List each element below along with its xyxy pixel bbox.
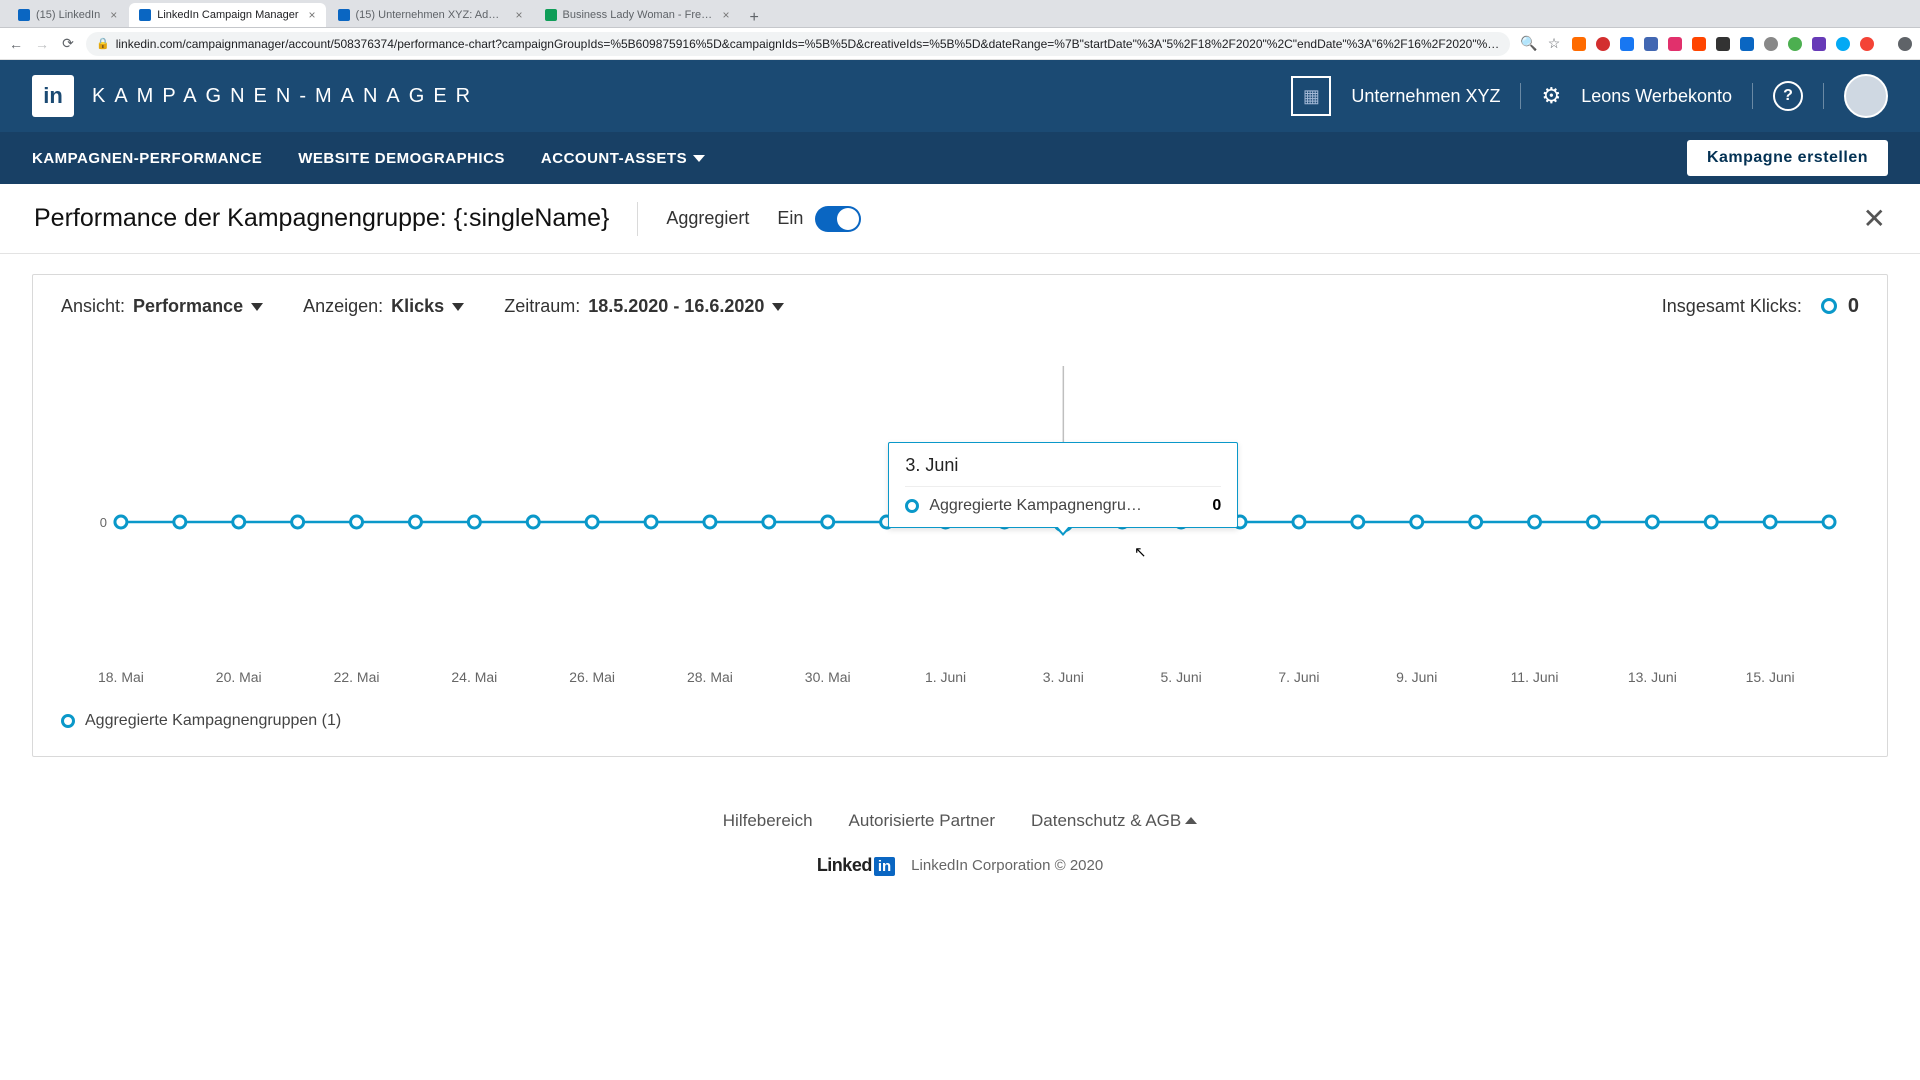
browser-tab[interactable]: (15) Unternehmen XYZ: Admin×	[328, 3, 533, 27]
series-dot-icon	[61, 714, 75, 728]
chevron-down-icon	[452, 303, 464, 311]
back-button[interactable]: ←	[8, 36, 24, 52]
extensions	[1572, 37, 1912, 51]
tooltip-series-name: Aggregierte Kampagnengru…	[929, 497, 1202, 515]
svg-text:30. Mai: 30. Mai	[805, 669, 851, 685]
help-icon[interactable]: ?	[1773, 81, 1803, 111]
browser-tab[interactable]: LinkedIn Campaign Manager×	[129, 3, 325, 27]
chevron-down-icon	[251, 303, 263, 311]
star-icon[interactable]: ☆	[1546, 35, 1562, 52]
create-campaign-button[interactable]: Kampagne erstellen	[1687, 140, 1888, 176]
lock-icon: 🔒	[96, 37, 110, 50]
svg-text:28. Mai: 28. Mai	[687, 669, 733, 685]
chart-legend: Aggregierte Kampagnengruppen (1)	[61, 712, 1859, 730]
page-title: Performance der Kampagnengruppe: {:singl…	[34, 204, 609, 233]
tooltip-value: 0	[1212, 497, 1221, 515]
svg-text:13. Juni: 13. Juni	[1628, 669, 1677, 685]
account-name[interactable]: Leons Werbekonto	[1581, 86, 1732, 107]
svg-text:18. Mai: 18. Mai	[98, 669, 144, 685]
browser-tabbar: (15) LinkedIn× LinkedIn Campaign Manager…	[0, 0, 1920, 28]
url-field[interactable]: 🔒 linkedin.com/campaignmanager/account/5…	[86, 32, 1510, 56]
main-nav: KAMPAGNEN-PERFORMANCE WEBSITE DEMOGRAPHI…	[0, 132, 1920, 184]
copyright: LinkedIn Corporation © 2020	[911, 857, 1103, 874]
footer-link-help[interactable]: Hilfebereich	[723, 811, 813, 831]
svg-text:9. Juni: 9. Juni	[1396, 669, 1437, 685]
avatar[interactable]	[1844, 74, 1888, 118]
period-filter[interactable]: Zeitraum: 18.5.2020 - 16.6.2020	[504, 296, 784, 317]
chevron-down-icon	[693, 155, 705, 162]
mouse-cursor: ↖	[1134, 543, 1147, 561]
close-icon[interactable]: ×	[110, 8, 117, 22]
series-dot-icon	[1821, 298, 1837, 314]
svg-text:20. Mai: 20. Mai	[216, 669, 262, 685]
sub-header: Performance der Kampagnengruppe: {:singl…	[0, 184, 1920, 254]
footer-link-partners[interactable]: Autorisierte Partner	[849, 811, 995, 831]
close-icon[interactable]: ×	[723, 8, 730, 22]
app-header: in KAMPAGNEN-MANAGER ▦ Unternehmen XYZ ⚙…	[0, 60, 1920, 132]
svg-text:3. Juni: 3. Juni	[1043, 669, 1084, 685]
footer-link-privacy[interactable]: Datenschutz & AGB	[1031, 811, 1197, 831]
svg-text:1. Juni: 1. Juni	[925, 669, 966, 685]
linkedin-logo[interactable]: in	[32, 75, 74, 117]
nav-item-assets[interactable]: ACCOUNT-ASSETS	[541, 150, 705, 167]
nav-item-demographics[interactable]: WEBSITE DEMOGRAPHICS	[298, 150, 505, 167]
company-name[interactable]: Unternehmen XYZ	[1351, 86, 1500, 107]
chart-card: Ansicht: Performance Anzeigen: Klicks Ze…	[32, 274, 1888, 757]
chevron-down-icon	[772, 303, 784, 311]
browser-tab[interactable]: (15) LinkedIn×	[8, 3, 127, 27]
view-filter[interactable]: Ansicht: Performance	[61, 296, 263, 317]
close-icon[interactable]: ×	[516, 8, 523, 22]
svg-text:11. Juni: 11. Juni	[1511, 669, 1559, 685]
svg-text:26. Mai: 26. Mai	[569, 669, 615, 685]
tooltip-date: 3. Juni	[905, 455, 1221, 476]
close-icon[interactable]: ×	[309, 8, 316, 22]
chart-tooltip: 3. Juni Aggregierte Kampagnengru… 0	[888, 442, 1238, 528]
svg-text:0: 0	[100, 515, 107, 530]
forward-button[interactable]: →	[34, 36, 50, 52]
company-logo[interactable]: ▦	[1291, 76, 1331, 116]
legend-series-label: Aggregierte Kampagnengruppen (1)	[85, 712, 341, 730]
close-icon[interactable]: ✕	[1863, 202, 1886, 235]
nav-item-performance[interactable]: KAMPAGNEN-PERFORMANCE	[32, 150, 262, 167]
page-footer: Hilfebereich Autorisierte Partner Datens…	[0, 777, 1920, 886]
total-clicks: Insgesamt Klicks: 0	[1662, 295, 1859, 318]
show-filter[interactable]: Anzeigen: Klicks	[303, 296, 464, 317]
series-dot-icon	[905, 499, 919, 513]
browser-tab[interactable]: Business Lady Woman - Free p×	[535, 3, 740, 27]
svg-text:7. Juni: 7. Juni	[1278, 669, 1319, 685]
svg-text:24. Mai: 24. Mai	[451, 669, 497, 685]
new-tab-button[interactable]: +	[742, 9, 767, 27]
browser-toolbar: ← → ⟳ 🔒 linkedin.com/campaignmanager/acc…	[0, 28, 1920, 60]
search-icon[interactable]: 🔍	[1520, 35, 1536, 52]
aggregate-label: Aggregiert	[666, 208, 749, 229]
toggle-state-label: Ein	[777, 208, 803, 229]
reload-button[interactable]: ⟳	[60, 35, 76, 52]
aggregate-toggle[interactable]	[815, 206, 861, 232]
app-title: KAMPAGNEN-MANAGER	[92, 85, 479, 108]
svg-text:5. Juni: 5. Juni	[1161, 669, 1202, 685]
svg-text:15. Juni: 15. Juni	[1746, 669, 1795, 685]
chart-area[interactable]: 0 18. Mai 20. Mai 22. Mai 24. Mai 26. Mai 28. …	[61, 328, 1859, 698]
chevron-up-icon	[1185, 817, 1197, 824]
settings-icon[interactable]: ⚙	[1541, 83, 1561, 109]
svg-text:22. Mai: 22. Mai	[334, 669, 380, 685]
